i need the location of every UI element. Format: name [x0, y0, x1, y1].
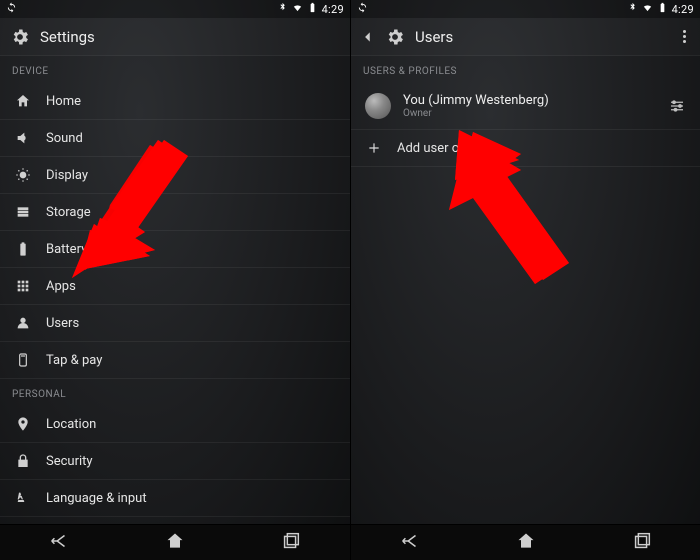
user-role: Owner: [403, 108, 656, 119]
battery-icon: [14, 240, 32, 258]
app-bar: Users: [351, 18, 700, 56]
status-bar: 4:29: [351, 0, 700, 18]
nav-back-button[interactable]: [48, 530, 70, 556]
display-icon: [14, 166, 32, 184]
settings-item-label: Battery: [46, 242, 336, 257]
add-user-row[interactable]: Add user or profile: [351, 130, 700, 167]
users-list: USERS & PROFILES You (Jimmy Westenberg) …: [351, 56, 700, 524]
language-icon: [14, 489, 32, 507]
settings-item-tap-pay[interactable]: Tap & pay: [0, 342, 350, 379]
settings-item-backup[interactable]: Backup & reset: [0, 517, 350, 524]
settings-gear-icon: [385, 27, 405, 47]
wifi-icon: [292, 2, 303, 16]
storage-icon: [14, 203, 32, 221]
settings-item-security[interactable]: Security: [0, 443, 350, 480]
section-header-device: DEVICE: [0, 56, 350, 83]
settings-item-label: Display: [46, 168, 336, 183]
settings-item-label: Sound: [46, 131, 336, 146]
settings-item-display[interactable]: Display: [0, 157, 350, 194]
status-bar: 4:29: [0, 0, 350, 18]
plus-icon: [365, 139, 383, 157]
settings-item-label: Users: [46, 316, 336, 331]
battery-icon: [307, 2, 318, 16]
back-icon[interactable]: [361, 30, 375, 44]
navigation-bar: [351, 524, 700, 560]
section-header-users-profiles: USERS & PROFILES: [351, 56, 700, 83]
settings-item-battery[interactable]: Battery: [0, 231, 350, 268]
sync-icon: [6, 2, 17, 16]
page-title: Settings: [40, 28, 95, 46]
user-row-owner[interactable]: You (Jimmy Westenberg) Owner: [351, 83, 700, 130]
settings-item-home[interactable]: Home: [0, 83, 350, 120]
status-time: 4:29: [672, 3, 694, 16]
nav-back-button[interactable]: [399, 530, 421, 556]
bluetooth-icon: [277, 2, 288, 16]
section-header-personal: PERSONAL: [0, 379, 350, 406]
tap-pay-icon: [14, 351, 32, 369]
apps-icon: [14, 277, 32, 295]
user-name: You (Jimmy Westenberg): [403, 93, 656, 108]
settings-item-label: Home: [46, 94, 336, 109]
settings-item-users[interactable]: Users: [0, 305, 350, 342]
settings-item-apps[interactable]: Apps: [0, 268, 350, 305]
app-bar: Settings: [0, 18, 350, 56]
settings-item-location[interactable]: Location: [0, 406, 350, 443]
battery-icon: [657, 2, 668, 16]
nav-home-button[interactable]: [165, 531, 185, 555]
overflow-menu-button[interactable]: [679, 26, 690, 47]
users-icon: [14, 314, 32, 332]
security-icon: [14, 452, 32, 470]
avatar: [365, 93, 391, 119]
users-screen: 4:29 Users USERS & PROFILES You (Jimmy W…: [350, 0, 700, 560]
settings-item-label: Language & input: [46, 491, 336, 506]
location-icon: [14, 415, 32, 433]
navigation-bar: [0, 524, 350, 560]
add-user-label: Add user or profile: [397, 141, 686, 156]
settings-item-label: Security: [46, 454, 336, 469]
settings-gear-icon: [10, 27, 30, 47]
settings-list[interactable]: DEVICE Home Sound Display Storage Batter…: [0, 56, 350, 524]
sliders-icon[interactable]: [668, 97, 686, 115]
sync-icon: [357, 2, 368, 16]
nav-recents-button[interactable]: [280, 530, 302, 556]
settings-screen: 4:29 Settings DEVICE Home Sound Display …: [0, 0, 350, 560]
page-title: Users: [415, 28, 453, 46]
nav-recents-button[interactable]: [631, 530, 653, 556]
bluetooth-icon: [627, 2, 638, 16]
settings-item-label: Location: [46, 417, 336, 432]
settings-item-label: Apps: [46, 279, 336, 294]
status-time: 4:29: [322, 3, 344, 16]
settings-item-label: Tap & pay: [46, 353, 336, 368]
settings-item-storage[interactable]: Storage: [0, 194, 350, 231]
settings-item-label: Storage: [46, 205, 336, 220]
nav-home-button[interactable]: [516, 531, 536, 555]
settings-item-sound[interactable]: Sound: [0, 120, 350, 157]
wifi-icon: [642, 2, 653, 16]
sound-icon: [14, 129, 32, 147]
settings-item-language[interactable]: Language & input: [0, 480, 350, 517]
home-icon: [14, 92, 32, 110]
